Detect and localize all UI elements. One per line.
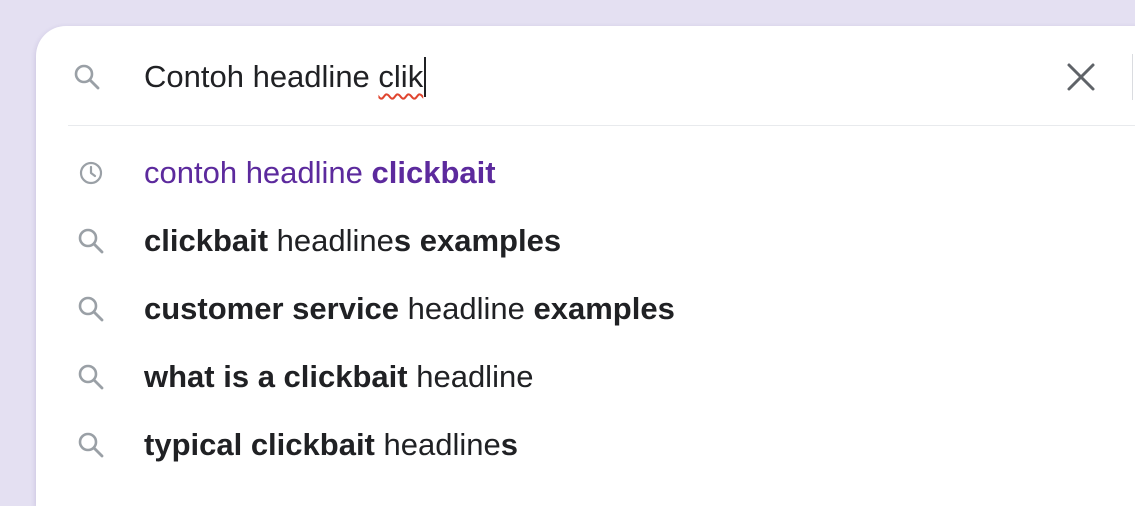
suggestion-text: headline — [399, 291, 534, 326]
divider — [68, 125, 1135, 126]
suggestion-label: contoh headline clickbait — [144, 151, 496, 195]
search-suggestion[interactable]: what is a clickbait headline — [36, 343, 1135, 411]
search-suggestion[interactable]: typical clickbait headlines — [36, 411, 1135, 479]
suggestion-bold-text: s examples — [393, 223, 562, 258]
suggestion-list: contoh headline clickbait clickbait headl… — [36, 139, 1135, 479]
suggestion-bold-text: typical clickbait — [144, 427, 375, 462]
suggestion-text: contoh headline — [144, 155, 372, 190]
suggestion-label: what is a clickbait headline — [144, 355, 533, 399]
suggestion-bold-text: clickbait — [371, 155, 496, 190]
search-icon — [76, 430, 106, 460]
search-suggestion[interactable]: clickbait headlines examples — [36, 207, 1135, 275]
search-dropdown: Contoh headline clik contoh headline cli… — [36, 26, 1135, 506]
suggestion-text: headline — [268, 223, 394, 258]
suggestion-label: clickbait headlines examples — [144, 219, 561, 263]
search-suggestion[interactable]: customer service headline examples — [36, 275, 1135, 343]
divider — [1132, 54, 1133, 100]
history-suggestion[interactable]: contoh headline clickbait — [36, 139, 1135, 207]
suggestion-label: customer service headline examples — [144, 287, 675, 331]
suggestion-bold-text: clickbait — [144, 223, 269, 258]
text-caret — [424, 57, 427, 97]
suggestion-bold-text: what is a clickbait — [144, 359, 408, 394]
search-icon — [76, 226, 106, 256]
suggestion-bold-text: customer service — [144, 291, 400, 326]
search-input[interactable]: Contoh headline clik — [144, 54, 427, 100]
suggestion-label: typical clickbait headlines — [144, 423, 518, 467]
query-text: Contoh headline — [144, 59, 379, 94]
close-icon[interactable] — [1060, 56, 1102, 98]
suggestion-bold-text: s — [500, 427, 518, 462]
misspelled-word: clik — [378, 59, 424, 94]
suggestion-text: headline — [374, 427, 501, 462]
suggestion-bold-text: examples — [533, 291, 675, 326]
search-icon — [76, 294, 106, 324]
history-clock-icon — [76, 158, 106, 188]
suggestion-text: headline — [407, 359, 534, 394]
search-icon — [76, 362, 106, 392]
search-bar: Contoh headline clik — [36, 26, 1135, 126]
search-icon — [72, 62, 102, 92]
